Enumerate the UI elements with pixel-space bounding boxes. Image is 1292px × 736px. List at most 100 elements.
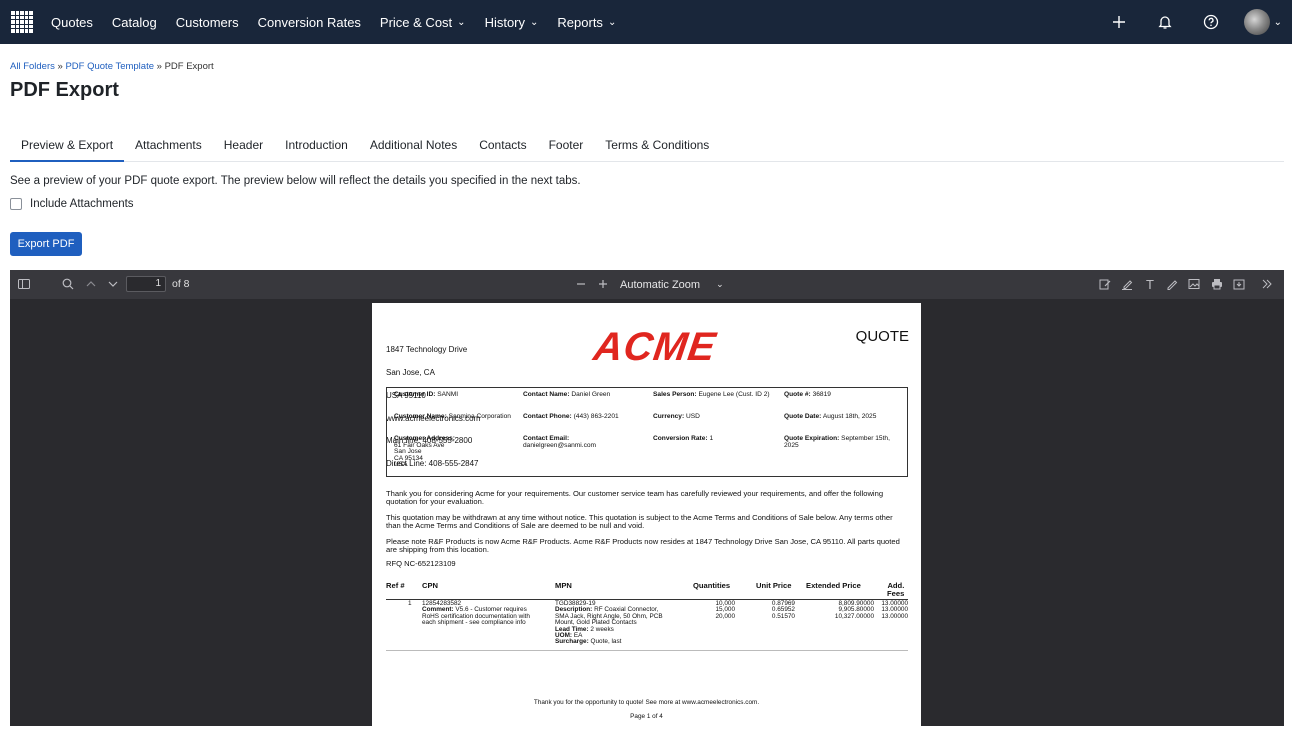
- breadcrumb-separator: »: [156, 61, 162, 72]
- quote-expiration: Quote Expiration: September 15th, 2025: [784, 435, 890, 449]
- nav-customers[interactable]: Customers: [176, 15, 239, 30]
- customer-info-box: Customer ID: SANMI Contact Name: Daniel …: [386, 387, 908, 477]
- col-ref: Ref #: [386, 581, 405, 590]
- quote-number: Quote #: 36819: [784, 391, 831, 398]
- intro-paragraph: Thank you for considering Acme for your …: [386, 489, 884, 506]
- item-ref: 1: [408, 600, 412, 607]
- edit-pdf-icon[interactable]: [1096, 275, 1114, 293]
- nav-reports[interactable]: Reports ⌄: [557, 15, 616, 30]
- table-header-rule: [386, 599, 908, 600]
- pdf-toolbar: 1 of 8 Automatic Zoom ⌄ T: [10, 270, 1284, 299]
- nav-actions: ⌄: [1084, 0, 1282, 44]
- breadcrumb-current: PDF Export: [164, 61, 214, 72]
- nav-history[interactable]: History ⌄: [485, 15, 539, 30]
- nav-label: Price & Cost: [379, 14, 453, 30]
- col-extended-price: Extended Price: [806, 581, 861, 590]
- nav-label: Customers: [175, 14, 239, 30]
- currency: Currency: USD: [653, 413, 700, 420]
- item-cpn: 12854283582 Comment: V5.6 - Customer req…: [422, 600, 530, 627]
- tools-expand-icon[interactable]: [1258, 275, 1276, 293]
- breadcrumb-all-folders[interactable]: All Folders: [10, 61, 55, 72]
- item-add-fees: 13.00000 13.00000 13.00000: [881, 600, 908, 620]
- nav-label: Quotes: [51, 14, 93, 30]
- save-icon[interactable]: [1230, 275, 1248, 293]
- contact-phone: Contact Phone: (443) 863-2201: [523, 413, 619, 420]
- export-pdf-button[interactable]: Export PDF: [10, 232, 82, 256]
- include-attachments-checkbox[interactable]: [10, 198, 22, 210]
- pdf-page-number: Page 1 of 4: [630, 713, 663, 720]
- nav-label: Catalog: [111, 14, 157, 30]
- sidebar-toggle-icon[interactable]: [15, 275, 33, 293]
- col-add-fees: Add. Fees: [887, 581, 905, 598]
- pdf-page: 1847 Technology Drive San Jose, CA USA 9…: [372, 303, 921, 726]
- breadcrumb-separator: »: [57, 61, 63, 72]
- include-attachments-label[interactable]: Include Attachments: [30, 198, 134, 210]
- tab-introduction[interactable]: Introduction: [274, 130, 359, 161]
- customer-name: Customer Name: Sanmina Corporation: [394, 413, 511, 420]
- page-title: PDF Export: [10, 79, 119, 101]
- tab-footer[interactable]: Footer: [538, 130, 595, 161]
- tab-preview-export[interactable]: Preview & Export: [10, 130, 125, 162]
- preview-description: See a preview of your PDF quote export. …: [10, 175, 581, 187]
- acme-logo: ACME: [590, 325, 719, 369]
- tab-additional-notes[interactable]: Additional Notes: [359, 130, 468, 161]
- contact-email: Contact Email: danielgreen@sanmi.com: [523, 435, 597, 449]
- previous-page-icon[interactable]: [82, 275, 100, 293]
- help-icon[interactable]: [1200, 11, 1222, 33]
- note-paragraph: Please note R&F Products is now Acme R&F…: [386, 537, 900, 554]
- chevron-down-icon: ⌄: [716, 279, 724, 289]
- draw-icon[interactable]: [1163, 275, 1181, 293]
- col-unit-price: Unit Price: [756, 581, 792, 590]
- nav-conversion-rates[interactable]: Conversion Rates: [258, 15, 361, 30]
- table-bottom-rule: [386, 650, 908, 651]
- pdf-viewer: 1 of 8 Automatic Zoom ⌄ T 1847 Technolog…: [10, 270, 1284, 726]
- col-quantities: Quantities: [693, 581, 731, 590]
- app-logo-icon[interactable]: [11, 11, 33, 33]
- document-title: QUOTE: [855, 328, 909, 345]
- nav-label: Reports: [557, 14, 603, 30]
- top-navigation: Quotes Catalog Customers Conversion Rate…: [0, 0, 1292, 44]
- item-mpn: TGD38829-19 Description: RF Coaxial Conn…: [555, 600, 663, 646]
- nav-quotes[interactable]: Quotes: [51, 15, 93, 30]
- customer-id: Customer ID: SANMI: [394, 391, 459, 398]
- col-mpn: MPN: [555, 581, 572, 590]
- rfq-number: RFQ NC-652123109: [386, 559, 456, 568]
- zoom-select[interactable]: Automatic Zoom ⌄: [614, 276, 730, 293]
- plus-icon[interactable]: [1108, 11, 1130, 33]
- nav-catalog[interactable]: Catalog: [112, 15, 157, 30]
- zoom-in-icon[interactable]: [594, 275, 612, 293]
- item-unit-prices: 0.87969 0.65952 0.51570: [771, 600, 795, 620]
- page-count: of 8: [172, 278, 190, 290]
- chevron-down-icon: ⌄: [607, 16, 617, 28]
- zoom-out-icon[interactable]: [572, 275, 590, 293]
- tab-header[interactable]: Header: [213, 130, 274, 161]
- address-line: 1847 Technology Drive: [386, 345, 468, 355]
- page-number-input[interactable]: 1: [126, 276, 166, 292]
- zoom-value: Automatic Zoom: [620, 278, 701, 291]
- item-quantities: 10,000 15,000 20,000: [715, 600, 735, 620]
- customer-address: Customer Address: 61 Fair Oaks Ave San J…: [394, 435, 455, 469]
- search-icon[interactable]: [59, 275, 77, 293]
- item-extended-prices: 8,809.90000 9,905.80000 10,327.00000: [834, 600, 874, 620]
- highlight-icon[interactable]: [1118, 275, 1136, 293]
- terms-paragraph: This quotation may be withdrawn at any t…: [386, 513, 893, 530]
- bell-icon[interactable]: [1154, 11, 1176, 33]
- nav-label: Conversion Rates: [257, 14, 361, 30]
- print-icon[interactable]: [1208, 275, 1226, 293]
- chevron-down-icon: ⌄: [457, 16, 466, 28]
- chevron-down-icon[interactable]: ⌄: [1274, 17, 1282, 28]
- breadcrumb-pdf-quote-template[interactable]: PDF Quote Template: [65, 61, 154, 72]
- nav-price-cost[interactable]: Price & Cost ⌄: [380, 15, 466, 30]
- next-page-icon[interactable]: [104, 275, 122, 293]
- chevron-down-icon: ⌄: [530, 16, 539, 28]
- avatar[interactable]: [1243, 9, 1270, 35]
- tab-terms-conditions[interactable]: Terms & Conditions: [594, 130, 720, 161]
- image-icon[interactable]: [1185, 275, 1203, 293]
- address-line: San Jose, CA: [386, 367, 435, 377]
- breadcrumb: All Folders » PDF Quote Template » PDF E…: [10, 61, 214, 72]
- text-tool-icon[interactable]: T: [1141, 275, 1159, 293]
- tab-attachments[interactable]: Attachments: [124, 130, 213, 161]
- col-cpn: CPN: [422, 581, 439, 590]
- conversion-rate: Conversion Rate: 1: [653, 435, 714, 442]
- tab-contacts[interactable]: Contacts: [468, 130, 537, 161]
